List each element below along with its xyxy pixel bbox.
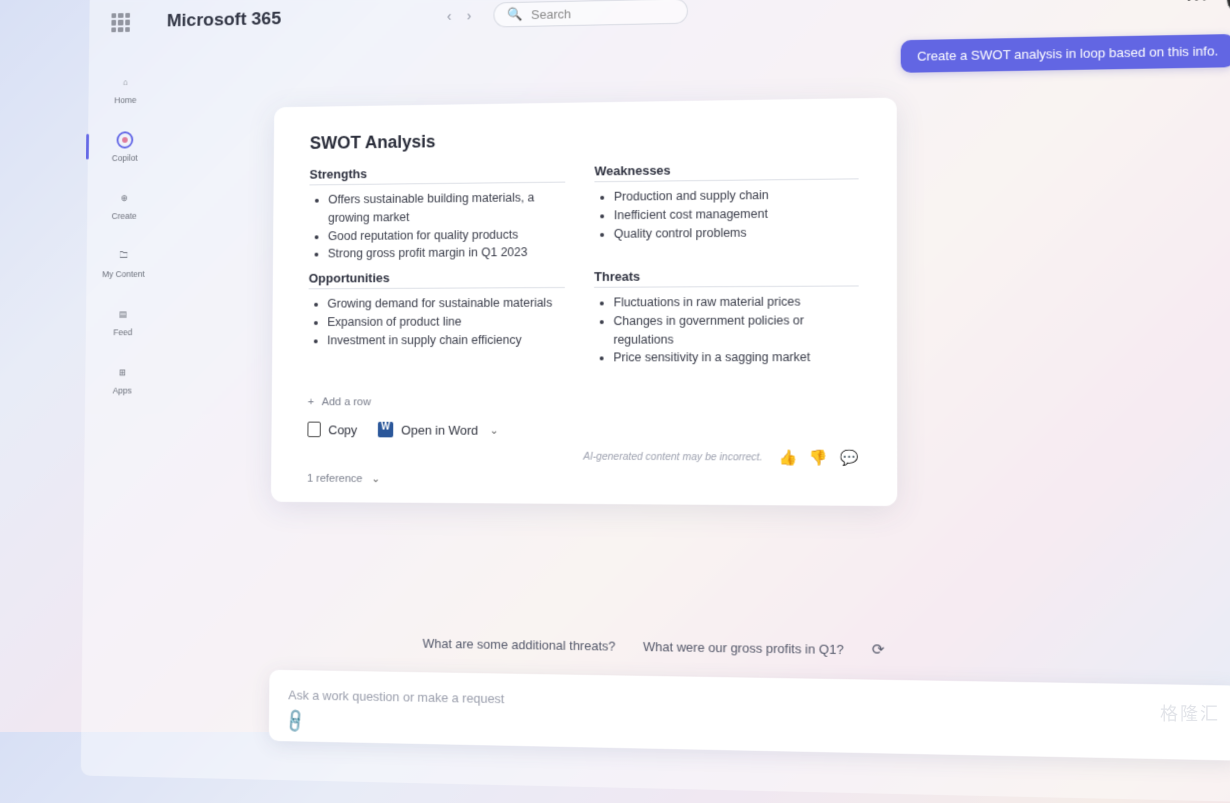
ai-disclaimer: AI-generated content may be incorrect. [583,451,762,464]
copilot-icon [115,129,136,150]
sidebar-item-label: My Content [102,269,145,279]
list-item: Quality control problems [614,222,859,242]
composer-placeholder: Ask a work question or make a request [288,688,504,707]
sidebar-item-apps[interactable]: ⊞ Apps [96,358,148,399]
suggestion-row: What are some additional threats? What w… [423,634,885,659]
section-heading: Weaknesses [594,161,858,183]
reference-toggle[interactable]: 1 reference ⌄ [307,472,859,488]
list-item: Inefficient cost management [614,204,859,225]
nav-arrows: ‹ › [442,6,476,26]
copy-button[interactable]: Copy [307,422,357,438]
opportunities-section: Opportunities Growing demand for sustain… [308,269,565,367]
search-placeholder: Search [531,6,571,21]
list-item: Good reputation for quality products [328,225,565,245]
add-row-button[interactable]: Add a row [308,396,859,408]
apps-icon: ⊞ [112,362,133,383]
list-item: Price sensitivity in a sagging market [613,348,858,367]
list-item: Growing demand for sustainable materials [327,294,564,313]
copy-icon [307,422,320,438]
chevron-down-icon: ⌄ [490,424,499,437]
sidebar-item-home[interactable]: ⌂ Home [99,67,151,109]
section-heading: Threats [594,268,859,288]
sidebar-item-feed[interactable]: ▤ Feed [97,300,149,341]
sidebar-item-create[interactable]: ⊕ Create [98,183,150,224]
sidebar-item-copilot[interactable]: Copilot [99,125,151,167]
nav-forward-icon[interactable]: › [462,6,476,26]
home-icon: ⌂ [115,72,136,93]
watermark: 格隆汇 [1160,700,1220,726]
sidebar-item-label: Home [114,95,136,105]
brand-title: Microsoft 365 [167,9,281,32]
search-input[interactable]: 🔍 Search [493,0,687,28]
copy-label: Copy [328,422,357,437]
word-icon [378,422,393,438]
weaknesses-section: Weaknesses Production and supply chain I… [594,161,859,262]
list-item: Expansion of product line [327,312,565,331]
suggestion-chip[interactable]: What were our gross profits in Q1? [643,639,844,657]
user-avatar[interactable] [1226,0,1230,14]
sidebar-item-mycontent[interactable]: 🗀 My Content [97,241,149,282]
thumbs-down-icon[interactable]: 👎 [809,449,828,467]
list-item: Production and supply chain [614,185,859,206]
composer-input[interactable]: Ask a work question or make a request 🔗 [269,670,1230,761]
sidebar-item-label: Feed [113,327,132,337]
plus-circle-icon: ⊕ [114,187,135,208]
sidebar-item-label: Copilot [112,153,138,163]
thumbs-up-icon[interactable]: 👍 [778,449,797,467]
open-word-label: Open in Word [401,422,478,437]
sidebar-item-label: Apps [113,386,132,396]
feed-icon: ▤ [113,304,134,325]
more-icon[interactable]: ··· [1187,0,1210,10]
strengths-section: Strengths Offers sustainable building ma… [309,164,565,263]
list-item: Changes in government policies or regula… [613,311,858,349]
folder-icon: 🗀 [113,245,134,266]
card-title: SWOT Analysis [310,126,859,154]
list-item: Investment in supply chain efficiency [327,331,565,350]
refresh-icon[interactable]: ⟳ [872,640,885,658]
chevron-down-icon: ⌄ [371,473,380,485]
threats-section: Threats Fluctuations in raw material pri… [594,268,859,368]
app-launcher-icon[interactable] [111,13,130,32]
reference-label: 1 reference [307,473,362,485]
swot-card: SWOT Analysis Strengths Offers sustainab… [271,98,897,506]
search-icon: 🔍 [508,7,524,23]
chat-area: Create a SWOT analysis in loop based on … [155,27,1230,799]
sidebar-item-label: Create [112,211,137,221]
list-item: Strong gross profit margin in Q1 2023 [328,243,565,263]
nav-back-icon[interactable]: ‹ [442,6,456,26]
feedback-icon[interactable]: 💬 [840,449,859,467]
suggestion-chip[interactable]: What are some additional threats? [423,635,616,653]
left-sidebar: ⌂ Home Copilot ⊕ Create 🗀 My Content [81,48,163,773]
section-heading: Opportunities [309,269,565,289]
open-in-word-button[interactable]: Open in Word ⌄ [378,422,499,438]
user-message: Create a SWOT analysis in loop based on … [901,34,1230,73]
list-item: Fluctuations in raw material prices [614,292,859,312]
list-item: Offers sustainable building materials, a… [328,188,565,227]
section-heading: Strengths [309,164,565,185]
app-window: Microsoft 365 ‹ › 🔍 Search ··· ⌂ Home [81,0,1230,803]
